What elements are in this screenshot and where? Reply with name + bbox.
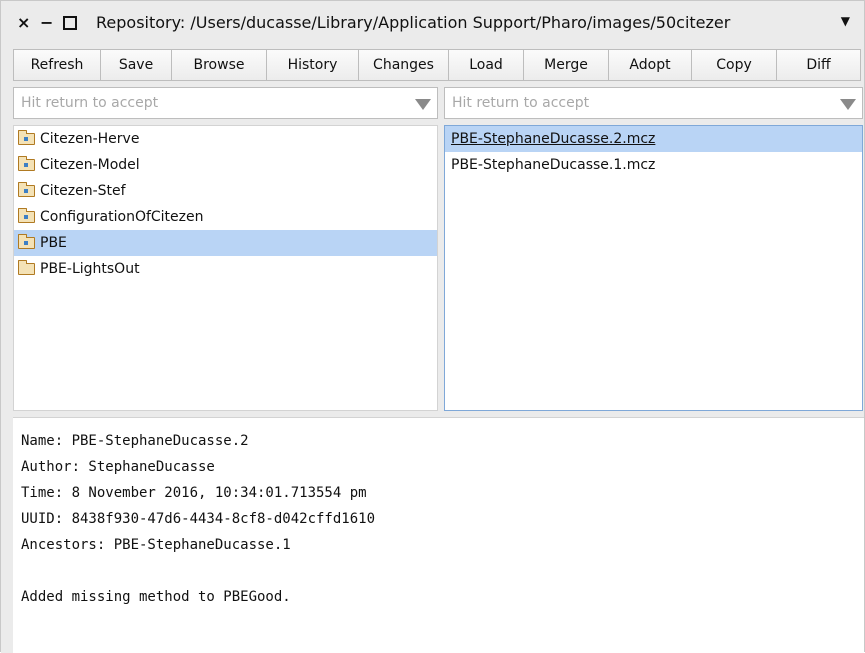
version-filter-dropdown-icon[interactable] bbox=[840, 99, 856, 110]
changes-button[interactable]: Changes bbox=[358, 49, 449, 81]
list-item[interactable]: ConfigurationOfCitezen bbox=[14, 204, 437, 230]
info-uuid: UUID: 8438f930-47d6-4434-8cf8-d042cffd16… bbox=[21, 511, 376, 527]
adopt-button[interactable]: Adopt bbox=[608, 49, 692, 81]
package-folder-icon bbox=[18, 182, 35, 197]
list-item[interactable]: PBE-StephaneDucasse.1.mcz bbox=[445, 152, 862, 178]
save-button[interactable]: Save bbox=[100, 49, 172, 81]
version-filter-input[interactable] bbox=[450, 94, 814, 112]
history-button[interactable]: History bbox=[266, 49, 359, 81]
package-folder-icon bbox=[18, 208, 35, 223]
minimize-icon[interactable]: − bbox=[40, 13, 53, 33]
package-folder-icon bbox=[18, 234, 35, 249]
list-item-label: PBE-StephaneDucasse.1.mcz bbox=[451, 157, 656, 173]
list-item-label: PBE bbox=[40, 235, 67, 251]
list-item-label: ConfigurationOfCitezen bbox=[40, 209, 204, 225]
title-bar[interactable]: × − Repository: /Users/ducasse/Library/A… bbox=[1, 1, 864, 47]
list-item[interactable]: PBE-LightsOut bbox=[14, 256, 437, 282]
toolbar: Refresh Save Browse History Changes Load… bbox=[13, 49, 864, 81]
info-commit-message: Added missing method to PBEGood. bbox=[21, 589, 291, 605]
list-item[interactable]: Citezen-Herve bbox=[14, 126, 437, 152]
list-item[interactable]: Citezen-Model bbox=[14, 152, 437, 178]
diff-button[interactable]: Diff bbox=[776, 49, 861, 81]
close-icon[interactable]: × bbox=[17, 13, 30, 33]
list-item-label: Citezen-Herve bbox=[40, 131, 140, 147]
list-item-label: Citezen-Stef bbox=[40, 183, 126, 199]
info-name: Name: PBE-StephaneDucasse.2 bbox=[21, 433, 249, 449]
info-ancestors: Ancestors: PBE-StephaneDucasse.1 bbox=[21, 537, 291, 553]
info-blank-line bbox=[21, 558, 856, 584]
merge-button[interactable]: Merge bbox=[523, 49, 609, 81]
refresh-button[interactable]: Refresh bbox=[13, 49, 101, 81]
list-item-label: PBE-LightsOut bbox=[40, 261, 140, 277]
version-info-pane[interactable]: Name: PBE-StephaneDucasse.2 Author: Step… bbox=[13, 417, 864, 653]
package-filter-dropdown-icon[interactable] bbox=[415, 99, 431, 110]
folder-icon bbox=[18, 260, 35, 275]
copy-button[interactable]: Copy bbox=[691, 49, 777, 81]
window-menu-icon[interactable]: ▼ bbox=[841, 14, 850, 28]
browse-button[interactable]: Browse bbox=[171, 49, 267, 81]
version-filter bbox=[444, 87, 863, 119]
info-author: Author: StephaneDucasse bbox=[21, 459, 215, 475]
window-title: Repository: /Users/ducasse/Library/Appli… bbox=[96, 13, 731, 32]
pane-divider bbox=[1, 417, 13, 653]
package-folder-icon bbox=[18, 130, 35, 145]
info-time: Time: 8 November 2016, 10:34:01.713554 p… bbox=[21, 485, 367, 501]
list-item[interactable]: Citezen-Stef bbox=[14, 178, 437, 204]
list-item-label: PBE-StephaneDucasse.2.mcz bbox=[451, 131, 656, 147]
list-item-label: Citezen-Model bbox=[40, 157, 140, 173]
package-filter bbox=[13, 87, 438, 119]
package-filter-input[interactable] bbox=[19, 94, 383, 112]
repository-window: × − Repository: /Users/ducasse/Library/A… bbox=[0, 0, 865, 653]
package-list: Citezen-Herve Citezen-Model Citezen-Stef… bbox=[13, 125, 438, 411]
version-list: PBE-StephaneDucasse.2.mcz PBE-StephaneDu… bbox=[444, 125, 863, 411]
maximize-icon[interactable] bbox=[63, 16, 77, 30]
load-button[interactable]: Load bbox=[448, 49, 524, 81]
list-item-selected[interactable]: PBE-StephaneDucasse.2.mcz bbox=[445, 126, 862, 152]
package-folder-icon bbox=[18, 156, 35, 171]
list-item-selected[interactable]: PBE bbox=[14, 230, 437, 256]
